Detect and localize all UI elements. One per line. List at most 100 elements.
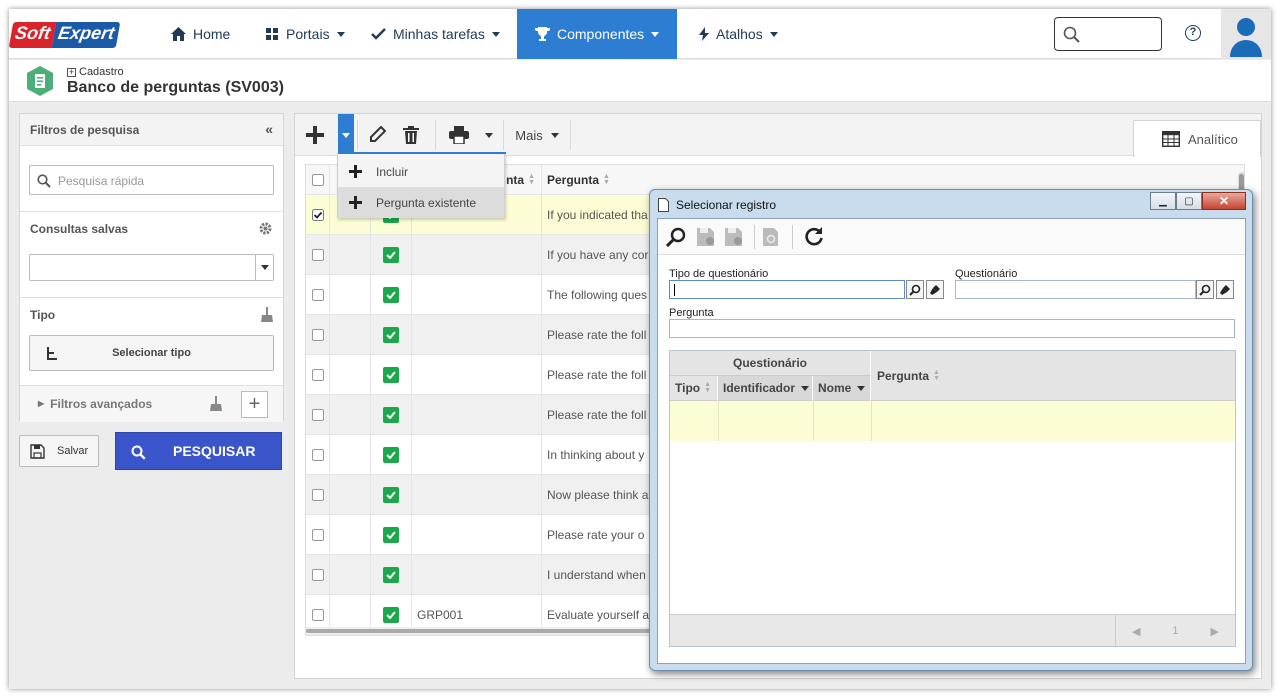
save-button-label: Salvar bbox=[57, 445, 89, 457]
row-checkbox[interactable] bbox=[311, 448, 324, 461]
breadcrumb-parent[interactable]: + Cadastro bbox=[67, 66, 124, 78]
global-search-input[interactable] bbox=[1054, 17, 1162, 51]
table-row[interactable] bbox=[670, 401, 1235, 441]
chevron-down-icon bbox=[342, 132, 350, 138]
menu-item-pergunta-existente[interactable]: Pergunta existente bbox=[338, 187, 504, 218]
row-checkbox[interactable] bbox=[311, 288, 324, 301]
collapse-panel-icon[interactable]: « bbox=[265, 121, 273, 137]
questionnaire-search-button[interactable] bbox=[1196, 280, 1214, 299]
menu-item-incluir[interactable]: Incluir bbox=[338, 156, 504, 187]
maximize-button[interactable]: ▢ bbox=[1176, 192, 1202, 210]
avatar[interactable] bbox=[1221, 9, 1271, 59]
select-type-button[interactable]: Selecionar tipo bbox=[29, 335, 274, 371]
help-icon[interactable]: ? bbox=[1185, 25, 1201, 41]
save-button[interactable]: Salvar bbox=[19, 435, 99, 467]
nav-minhas-tarefas-label: Minhas tarefas bbox=[393, 26, 485, 42]
sort-icon: ▲ ▼ bbox=[603, 172, 610, 186]
select-type-label: Selecionar tipo bbox=[112, 347, 191, 359]
advanced-filters-toggle[interactable]: ▶ Filtros avançados bbox=[38, 397, 152, 411]
previous-page-icon[interactable]: ◀ bbox=[1132, 625, 1140, 638]
row-checkbox[interactable] bbox=[311, 568, 324, 581]
questionnaire-type-input[interactable] bbox=[669, 280, 905, 299]
broom-icon[interactable] bbox=[210, 396, 222, 411]
select-all-checkbox[interactable] bbox=[311, 173, 324, 186]
add-dropdown-toggle[interactable] bbox=[338, 114, 354, 156]
view-record-icon bbox=[763, 228, 778, 246]
active-status-icon bbox=[383, 326, 399, 343]
refresh-icon[interactable] bbox=[804, 226, 824, 246]
column-header-identificador[interactable]: Identificador bbox=[718, 376, 813, 401]
questionnaire-input[interactable] bbox=[955, 280, 1196, 299]
row-question: I understand when bbox=[547, 567, 646, 582]
eraser-icon bbox=[930, 284, 940, 295]
row-question: In thinking about y bbox=[547, 447, 645, 462]
nav-componentes[interactable]: Componentes bbox=[517, 9, 677, 59]
questionnaire-clear-button[interactable] bbox=[1216, 280, 1234, 299]
print-button[interactable] bbox=[443, 114, 475, 156]
question-input[interactable] bbox=[669, 319, 1235, 338]
add-button[interactable] bbox=[299, 114, 331, 156]
column-header-nome[interactable]: Nome bbox=[813, 376, 871, 401]
column-header-pergunta[interactable]: Pergunta ▲ ▼ bbox=[871, 351, 1235, 401]
user-avatar-icon bbox=[1230, 18, 1262, 57]
questionnaire-type-clear-button[interactable] bbox=[926, 280, 944, 299]
softexpert-logo[interactable]: Soft Expert bbox=[9, 22, 121, 48]
quick-search-input[interactable]: Pesquisa rápida bbox=[29, 165, 274, 195]
close-button[interactable]: ✕ bbox=[1202, 192, 1246, 210]
row-checkbox[interactable] bbox=[311, 528, 324, 541]
row-code: GRP001 bbox=[417, 607, 464, 622]
row-question: If you have any cor bbox=[547, 247, 649, 262]
sort-icon: ▲ ▼ bbox=[933, 368, 940, 382]
edit-button[interactable] bbox=[361, 114, 393, 156]
column-header-tipo[interactable]: Tipo ▲ ▼ bbox=[670, 376, 718, 401]
dialog-results-grid: Questionário Tipo ▲ ▼ Identificador Nome P… bbox=[669, 350, 1236, 647]
row-question: Now please think a bbox=[547, 487, 649, 502]
row-checkbox[interactable] bbox=[311, 328, 324, 341]
delete-button[interactable] bbox=[395, 114, 427, 156]
nav-atalhos[interactable]: Atalhos bbox=[689, 9, 788, 59]
tab-analitico[interactable]: Analítico bbox=[1133, 120, 1261, 157]
broom-icon[interactable] bbox=[261, 307, 273, 322]
add-filter-button[interactable]: + bbox=[241, 391, 268, 418]
grid-toolbar: Mais Analítico bbox=[295, 114, 1261, 157]
search-icon bbox=[909, 284, 921, 296]
active-status-icon bbox=[383, 446, 399, 463]
menu-item-incluir-label: Incluir bbox=[376, 164, 409, 179]
row-checkbox[interactable] bbox=[311, 368, 324, 381]
top-navigation-bar: Soft Expert Home Portais Minhas tarefas … bbox=[9, 9, 1271, 59]
nav-componentes-label: Componentes bbox=[557, 26, 645, 42]
row-question: If you indicated tha bbox=[547, 207, 648, 222]
row-code-cell bbox=[412, 395, 542, 434]
dialog-pager: ◀ 1 ▶ bbox=[670, 614, 1235, 647]
search-button[interactable]: PESQUISAR bbox=[115, 432, 282, 470]
save-new-icon bbox=[697, 228, 714, 246]
nav-portais-label: Portais bbox=[286, 26, 330, 42]
search-icon[interactable] bbox=[666, 227, 686, 247]
table-icon bbox=[1162, 131, 1180, 147]
trophy-icon bbox=[535, 27, 550, 41]
saved-queries-select[interactable] bbox=[29, 254, 274, 281]
more-menu-button[interactable]: Mais bbox=[509, 114, 565, 156]
print-dropdown-toggle[interactable] bbox=[481, 114, 497, 156]
nav-minhas-tarefas[interactable]: Minhas tarefas bbox=[361, 9, 510, 59]
gear-icon[interactable] bbox=[258, 221, 273, 236]
row-checkbox[interactable] bbox=[311, 488, 324, 501]
search-icon bbox=[37, 174, 51, 188]
search-filters-panel: Filtros de pesquisa « Pesquisa rápida Co… bbox=[19, 113, 284, 422]
next-page-icon[interactable]: ▶ bbox=[1211, 625, 1219, 638]
nav-home[interactable]: Home bbox=[161, 9, 240, 59]
column-group-questionario-label: Questionário bbox=[732, 356, 807, 370]
column-header-pergunta-label: Pergunta bbox=[547, 172, 600, 187]
checked-checkbox-icon[interactable] bbox=[311, 208, 324, 221]
row-question: Please rate the foll bbox=[547, 367, 647, 382]
row-checkbox[interactable] bbox=[311, 608, 324, 621]
window-controls: ▁ ▢ ✕ bbox=[1150, 192, 1246, 210]
row-checkbox[interactable] bbox=[311, 408, 324, 421]
active-status-icon bbox=[383, 486, 399, 503]
row-checkbox[interactable] bbox=[311, 248, 324, 261]
minimize-button[interactable]: ▁ bbox=[1150, 192, 1176, 210]
nav-portais[interactable]: Portais bbox=[256, 9, 355, 59]
grid-icon bbox=[266, 27, 278, 40]
questionnaire-type-search-button[interactable] bbox=[906, 280, 924, 299]
chevron-right-icon: ▶ bbox=[38, 399, 45, 408]
